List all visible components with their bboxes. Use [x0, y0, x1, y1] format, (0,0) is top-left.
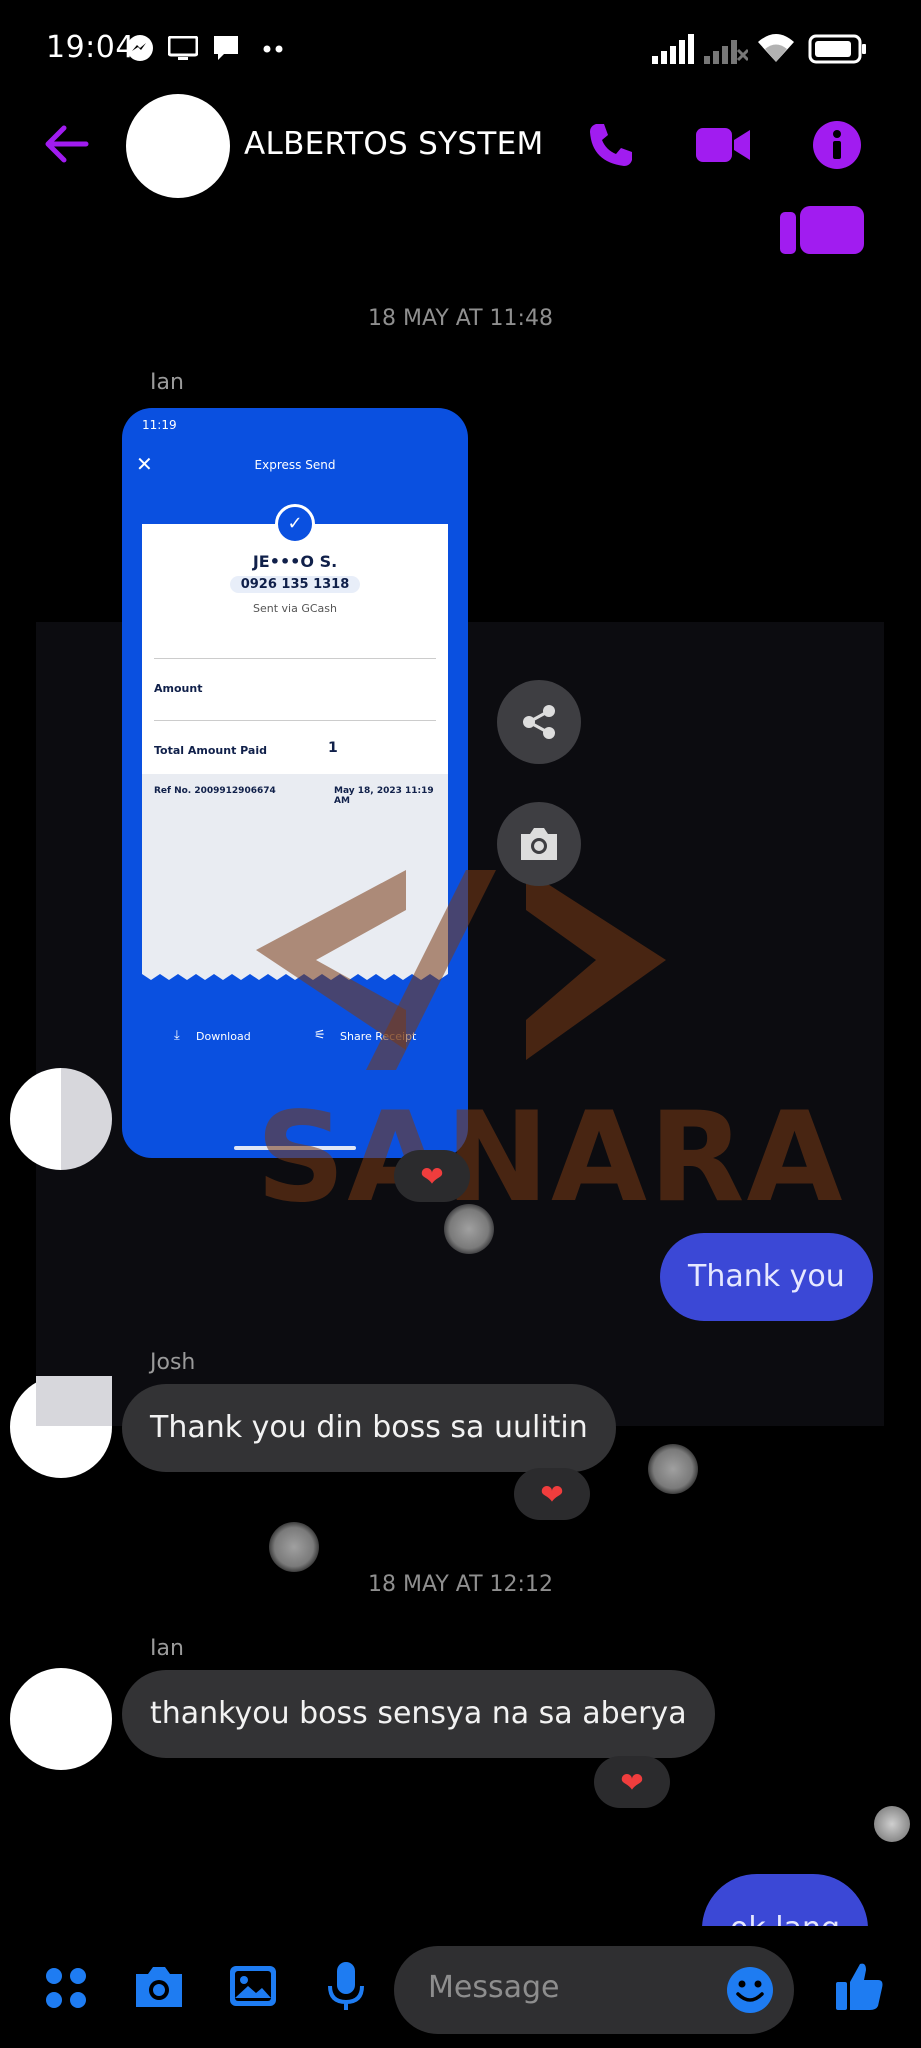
- message-placeholder: Message: [428, 1970, 560, 2005]
- heart-icon: ❤: [620, 1765, 644, 1799]
- messenger-notification-icon: [127, 35, 153, 61]
- watermark-logo: [256, 870, 666, 1070]
- date-separator: 18 MAY AT 12:12: [368, 1572, 553, 1597]
- camera-icon: [521, 828, 557, 860]
- receipt-title: Express Send: [254, 458, 336, 472]
- camera-icon[interactable]: [132, 1964, 186, 2010]
- signal-no-service-icon: [704, 40, 748, 64]
- ref-date: May 18, 2023 11:19 AM: [334, 786, 434, 806]
- share-button[interactable]: [497, 680, 581, 764]
- heart-reaction[interactable]: ❤: [514, 1468, 590, 1520]
- heart-icon: ❤: [540, 1477, 564, 1511]
- download-icon: ⤓: [174, 1028, 180, 1043]
- card-shortcut-icon[interactable]: [780, 206, 866, 260]
- heart-reaction[interactable]: ❤: [394, 1150, 470, 1202]
- incoming-message[interactable]: thankyou boss sensya na sa aberya: [122, 1670, 715, 1758]
- outgoing-message[interactable]: ok lang: [702, 1874, 869, 1926]
- info-icon[interactable]: [812, 120, 862, 170]
- watermark-text: SANARA: [256, 1086, 845, 1230]
- recipient-number: 0926 135 1318: [230, 576, 360, 593]
- incoming-message[interactable]: Thank you din boss sa uulitin: [122, 1384, 616, 1472]
- blur-dot: [269, 1522, 319, 1572]
- status-time: 19:04: [46, 30, 135, 65]
- sender-name: Ian: [150, 1636, 184, 1661]
- heart-reaction[interactable]: ❤: [594, 1756, 670, 1808]
- back-arrow-icon[interactable]: [42, 124, 90, 164]
- more-notifications-icon: [263, 45, 283, 53]
- share-icon: [523, 705, 555, 739]
- chat-title[interactable]: ALBERTOS SYSTEM: [244, 126, 544, 162]
- chat-notification-icon: [214, 36, 238, 60]
- blur-dot: [648, 1444, 698, 1494]
- check-badge-icon: ✓: [275, 504, 315, 544]
- screen-cast-icon: [168, 36, 198, 60]
- battery-icon: [808, 34, 866, 64]
- amount-label: Amount: [154, 682, 203, 695]
- chat-avatar[interactable]: [126, 94, 230, 198]
- download-label: Download: [196, 1030, 251, 1043]
- video-call-icon[interactable]: [694, 124, 752, 166]
- gallery-icon[interactable]: [228, 1962, 278, 2010]
- blur-dot: [444, 1204, 494, 1254]
- sender-name: Josh: [150, 1350, 196, 1375]
- date-separator: 18 MAY AT 11:48: [368, 306, 553, 331]
- signal-icon: [652, 34, 694, 64]
- message-input[interactable]: Message: [394, 1946, 794, 2034]
- receipt-status-time: 11:19: [142, 418, 177, 432]
- sent-via: Sent via GCash: [253, 602, 337, 615]
- ref-number: Ref No. 2009912906674: [154, 786, 276, 796]
- total-amount-label: Total Amount Paid: [154, 744, 267, 757]
- phone-call-icon[interactable]: [586, 120, 636, 170]
- total-amount-value: 1: [328, 740, 338, 756]
- wifi-icon: [758, 34, 794, 62]
- microphone-icon[interactable]: [324, 1960, 368, 2014]
- heart-icon: ❤: [420, 1159, 444, 1193]
- ian-avatar[interactable]: [10, 1068, 112, 1170]
- camera-button[interactable]: [497, 802, 581, 886]
- ian-avatar[interactable]: [10, 1668, 112, 1770]
- sender-name: Ian: [150, 370, 184, 395]
- recipient-name: JE•••O S.: [252, 552, 338, 571]
- outgoing-message[interactable]: Thank you: [660, 1233, 873, 1321]
- emoji-icon[interactable]: [726, 1966, 774, 2014]
- like-thumbs-up-icon[interactable]: [834, 1960, 884, 2012]
- more-apps-icon[interactable]: [44, 1966, 88, 2010]
- read-receipt-avatar: [874, 1806, 910, 1842]
